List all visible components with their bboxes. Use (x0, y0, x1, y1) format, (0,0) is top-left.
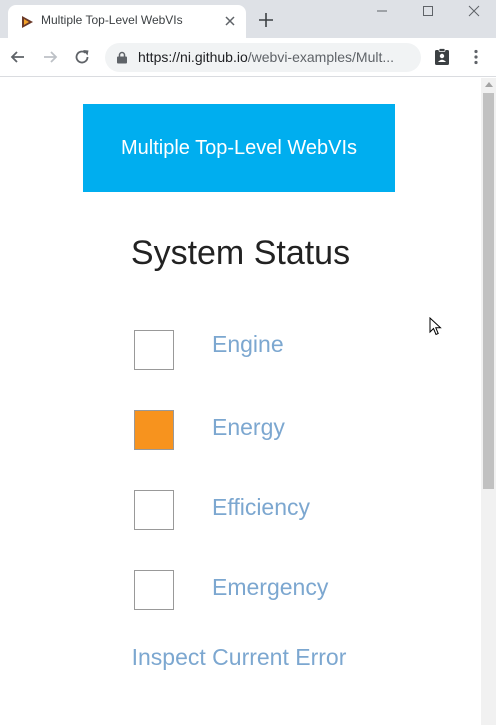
tab-strip: Multiple Top-Level WebVIs (0, 0, 496, 38)
browser-tab[interactable]: Multiple Top-Level WebVIs (8, 5, 246, 38)
page-viewport: Multiple Top-Level WebVIs System Status … (0, 78, 481, 725)
vertical-scrollbar[interactable] (481, 78, 496, 725)
new-tab-icon[interactable] (257, 11, 275, 29)
mouse-cursor-icon (429, 317, 442, 336)
lock-icon (117, 51, 127, 64)
emergency-label: Emergency (212, 574, 329, 600)
minimize-icon[interactable] (371, 2, 393, 20)
energy-label: Energy (212, 414, 285, 440)
url-host: ni.github.io (180, 49, 248, 65)
header-banner: Multiple Top-Level WebVIs (83, 104, 395, 192)
banner-title: Multiple Top-Level WebVIs (120, 136, 358, 159)
browser-toolbar: https://ni.github.io/webvi-examples/Mult… (0, 38, 496, 77)
webvi-favicon-icon (22, 16, 33, 28)
back-arrow-icon[interactable] (8, 47, 28, 67)
emergency-indicator (134, 570, 174, 610)
window-close-icon[interactable] (463, 2, 485, 20)
page-title: System Status (130, 234, 351, 272)
tab-close-icon[interactable] (220, 11, 240, 31)
more-options-icon[interactable] (466, 47, 486, 67)
forward-arrow-icon[interactable] (40, 47, 60, 67)
url-scheme: https:// (138, 49, 181, 65)
address-bar[interactable]: https://ni.github.io/webvi-examples/Mult… (105, 43, 421, 72)
reload-icon[interactable] (72, 47, 92, 67)
engine-indicator (134, 330, 174, 370)
inspect-current-error-link[interactable]: Inspect Current Error (0, 644, 478, 671)
scroll-up-arrow-icon[interactable] (485, 82, 493, 87)
url-path: /webvi-examples/Mult... (247, 49, 395, 65)
tab-title: Multiple Top-Level WebVIs (41, 13, 183, 27)
scrollbar-thumb[interactable] (483, 93, 494, 489)
energy-indicator (134, 410, 174, 450)
efficiency-indicator (134, 490, 174, 530)
maximize-icon[interactable] (417, 2, 439, 20)
engine-label: Engine (212, 331, 284, 357)
clipboard-account-icon[interactable] (432, 47, 452, 67)
efficiency-label: Efficiency (212, 494, 311, 520)
url-text[interactable]: https://ni.github.io/webvi-examples/Mult… (138, 49, 410, 65)
